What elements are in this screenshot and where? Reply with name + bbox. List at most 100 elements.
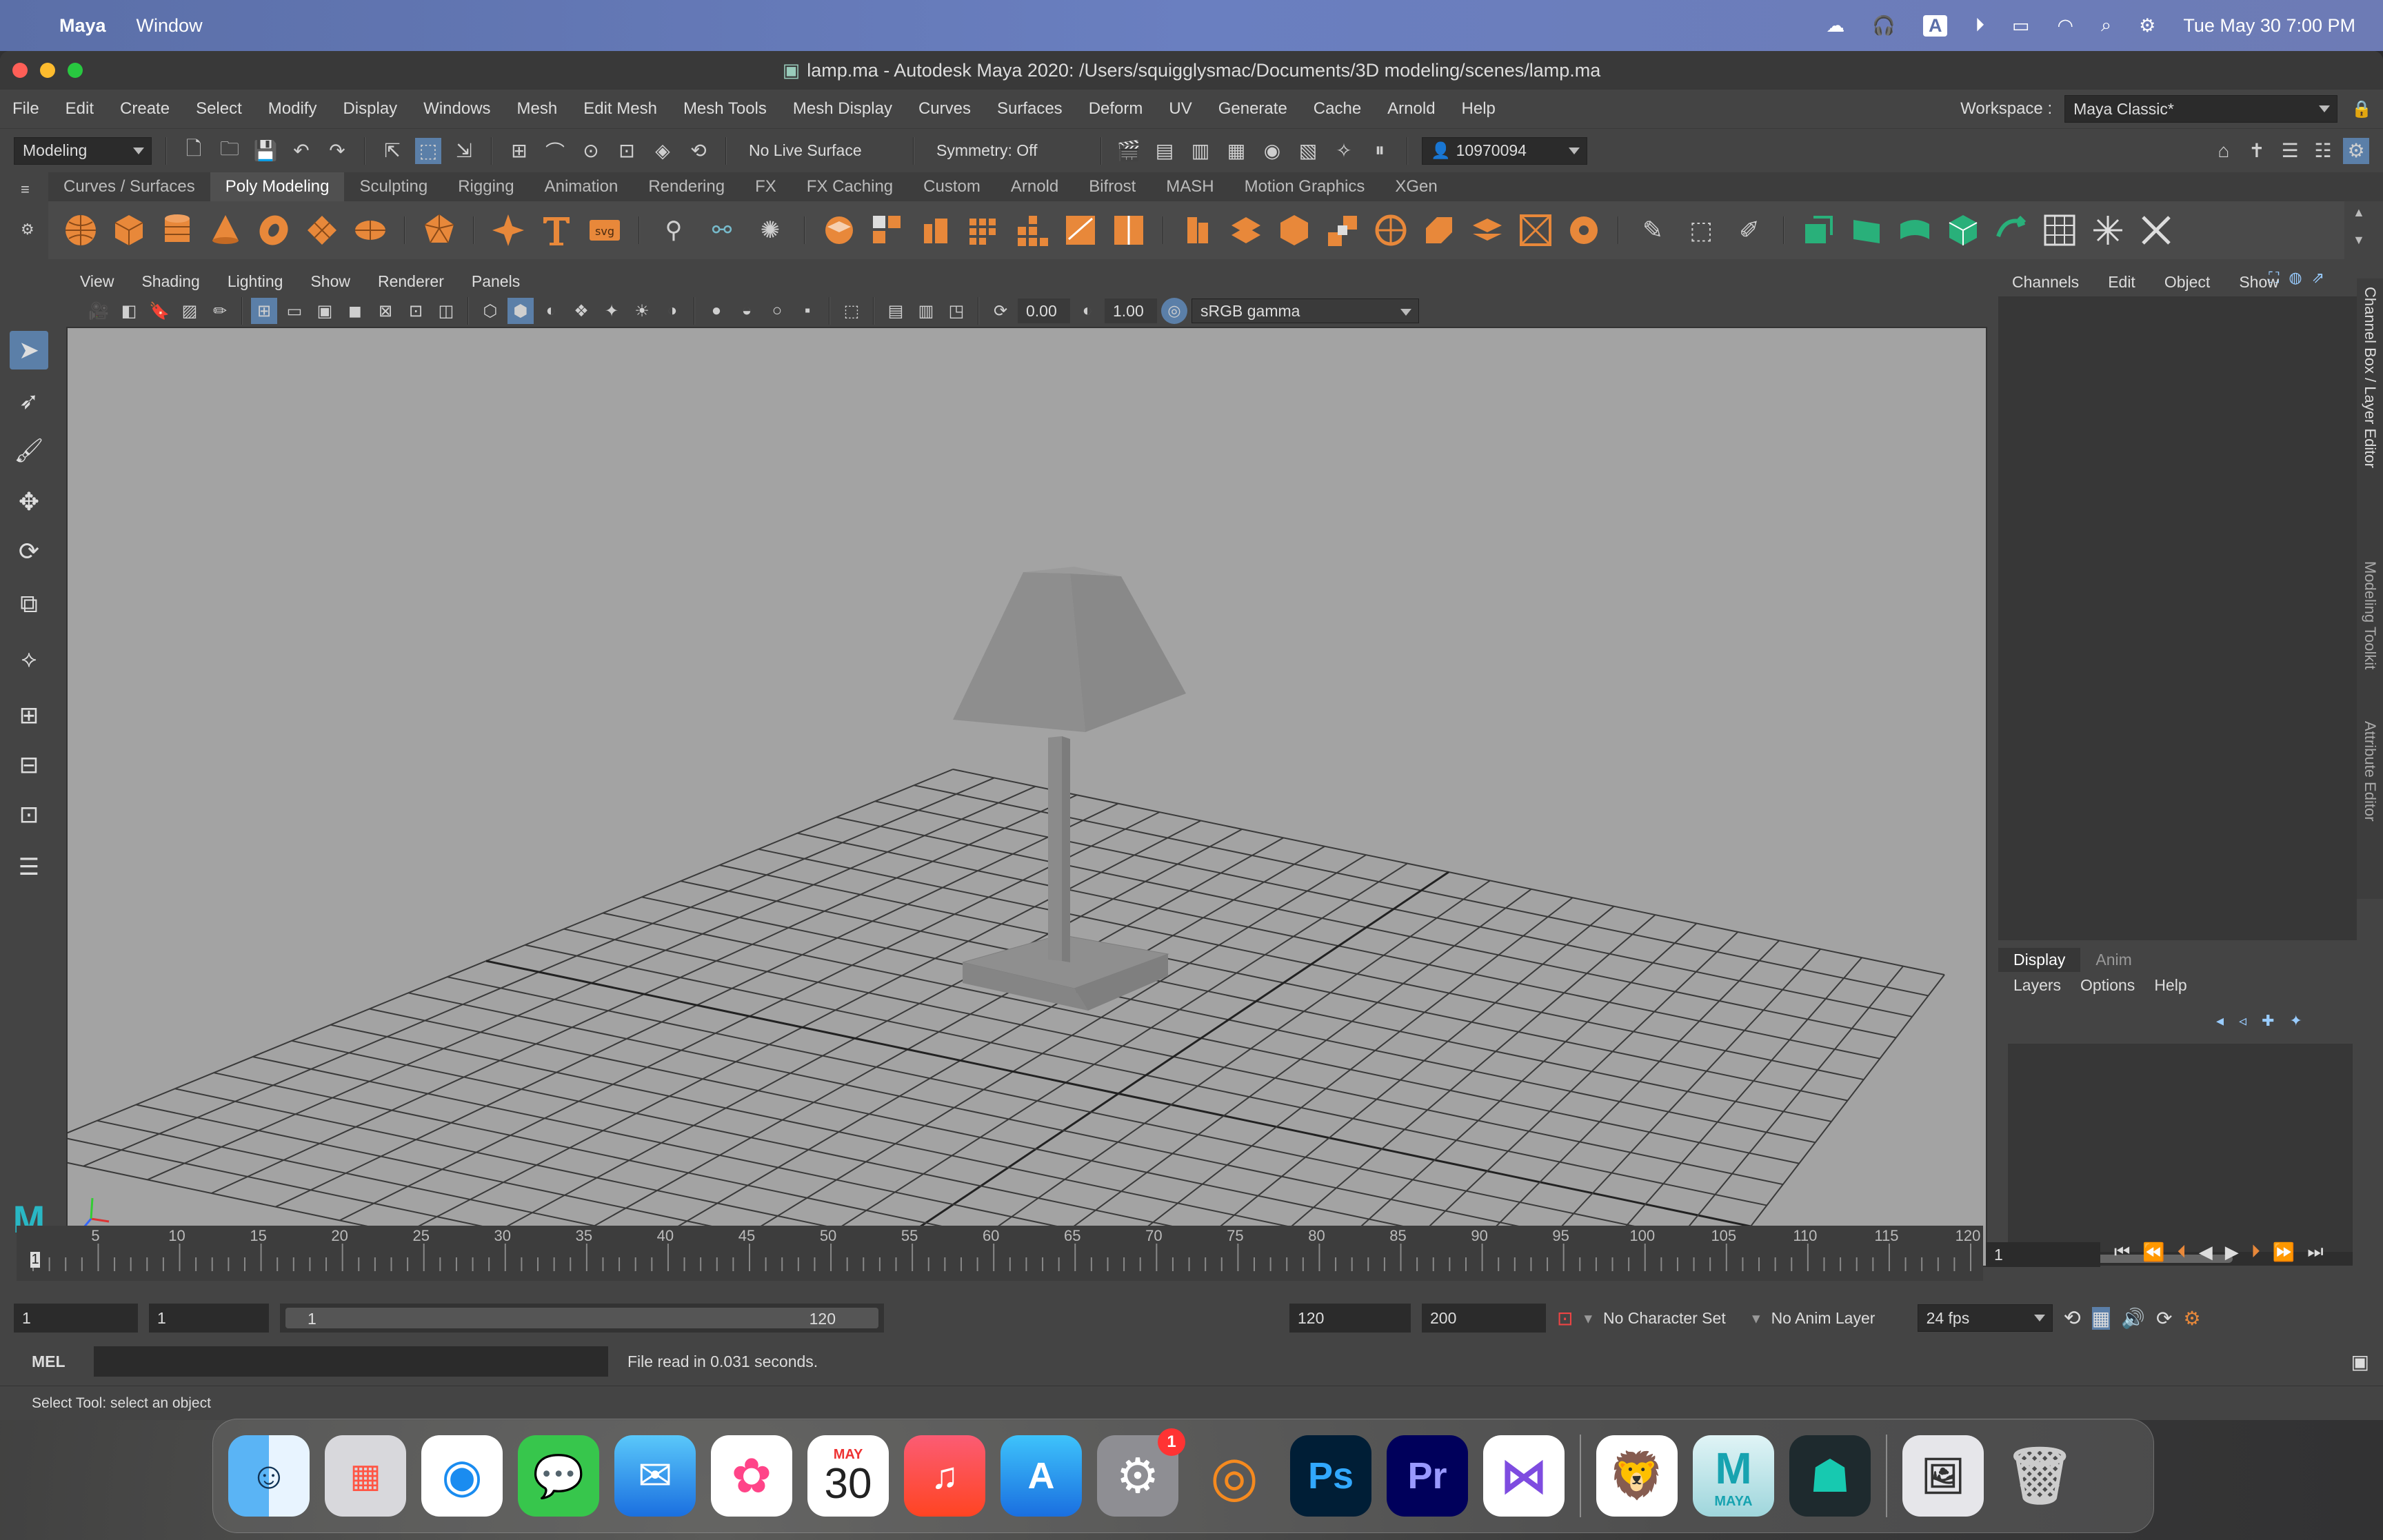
time-slider[interactable]: 5 10 15 20 25 30 35 40 45 50 55 60 65 70 75 80 85 90 95 100…	[17, 1226, 1983, 1281]
shelf-tab-curves-surfaces[interactable]: Curves / Surfaces	[48, 172, 210, 201]
slide-edge-icon[interactable]: ✐	[1731, 212, 1768, 249]
poke-icon[interactable]	[1227, 212, 1265, 249]
image-plane-icon[interactable]: ▨	[177, 298, 203, 324]
resolution-gate-icon[interactable]: ▣	[312, 298, 338, 324]
menu-cache[interactable]: Cache	[1314, 99, 1361, 119]
script-editor-icon[interactable]: ▣	[2351, 1350, 2369, 1373]
safari-icon[interactable]: ◉	[421, 1435, 503, 1517]
menubar-window[interactable]: Window	[137, 15, 203, 37]
menubar-clock[interactable]: Tue May 30 7:00 PM	[2183, 15, 2355, 37]
quad-draw-icon[interactable]: ✎	[1634, 212, 1671, 249]
wireframe-icon[interactable]: ⬡	[477, 298, 503, 324]
four-view-layout-icon[interactable]: ⊟	[10, 746, 48, 784]
select-component-icon[interactable]: ⇲	[451, 138, 477, 164]
render-setup-icon[interactable]: ▧	[1295, 138, 1321, 164]
anti-aliasing-icon[interactable]: ◒	[734, 298, 760, 324]
channel-box[interactable]	[1998, 296, 2357, 940]
exposure-icon[interactable]: ⟳	[987, 298, 1014, 324]
uv-automatic-icon[interactable]	[1944, 212, 1982, 249]
viewport-menu-panels[interactable]: Panels	[472, 272, 520, 291]
rotate-tool-icon[interactable]: ⟳	[10, 532, 48, 571]
zoom-button[interactable]	[68, 63, 83, 78]
paint-select-tool-icon[interactable]: 🖌	[10, 432, 48, 470]
channel-box-icon[interactable]: ⚙	[2343, 137, 2369, 164]
side-tab-attribute-editor[interactable]: Attribute Editor	[2361, 721, 2379, 822]
uv-unfold-icon[interactable]	[1993, 212, 2030, 249]
menu-mesh[interactable]: Mesh	[517, 99, 558, 119]
super-shape-icon[interactable]	[490, 212, 527, 249]
gitkraken-icon[interactable]: ☗	[1789, 1435, 1871, 1517]
target-weld-icon[interactable]	[1517, 212, 1554, 249]
script-language-label[interactable]: MEL	[32, 1352, 80, 1371]
outliner-icon[interactable]: ☰	[10, 848, 48, 886]
snap-surface-icon[interactable]: ◈	[650, 138, 676, 164]
poly-disc-icon[interactable]	[352, 212, 389, 249]
wifi-icon[interactable]: ◠	[2057, 15, 2073, 37]
shelf-tab-fx-caching[interactable]: FX Caching	[792, 172, 908, 201]
command-input[interactable]	[94, 1346, 608, 1377]
bevel-icon[interactable]	[869, 212, 906, 249]
viewport-menu-view[interactable]: View	[80, 272, 114, 291]
layer-menu-layers[interactable]: Layers	[2013, 976, 2061, 995]
camera-attributes-icon[interactable]: ◧	[116, 298, 142, 324]
messages-icon[interactable]: 💬	[518, 1435, 599, 1517]
step-back-frame-icon[interactable]: ⏴	[2178, 1241, 2186, 1263]
uv-spherical-icon[interactable]	[1896, 212, 1933, 249]
shelf-tab-sculpting[interactable]: Sculpting	[344, 172, 443, 201]
blender-icon[interactable]: ◎	[1194, 1435, 1275, 1517]
loop-icon[interactable]: ⟲	[2064, 1306, 2081, 1330]
channel-box-menu-show[interactable]: Show	[2239, 273, 2279, 292]
sound-icon[interactable]: 🔊	[2121, 1307, 2145, 1330]
calendar-icon[interactable]: MAY 30	[807, 1435, 889, 1517]
single-perspective-view-icon[interactable]: ⊞	[10, 696, 48, 735]
motion-blur-icon[interactable]: ●	[703, 298, 730, 324]
svg-tool-icon[interactable]: svg	[586, 212, 623, 249]
playback-start-field[interactable]: 1	[149, 1304, 269, 1333]
minimize-button[interactable]	[40, 63, 55, 78]
step-forward-frame-icon[interactable]: ⏵	[2251, 1241, 2260, 1263]
lasso-tool-icon[interactable]: ➶	[10, 382, 48, 421]
layer-list[interactable]	[2008, 1044, 2353, 1257]
shelf-tab-custom[interactable]: Custom	[908, 172, 996, 201]
menu-windows[interactable]: Windows	[423, 99, 490, 119]
extrude-icon[interactable]	[917, 212, 954, 249]
step-forward-key-icon[interactable]: ⏩	[2273, 1242, 2295, 1263]
grease-pencil-icon[interactable]: ✏	[207, 298, 233, 324]
workspace-dropdown[interactable]: Maya Classic*	[2064, 95, 2338, 123]
shelf-tab-motion-graphics[interactable]: Motion Graphics	[1229, 172, 1380, 201]
menu-select[interactable]: Select	[196, 99, 242, 119]
separate-icon[interactable]: ⚯	[703, 212, 741, 249]
new-layer-icon[interactable]: ✚	[2262, 1012, 2274, 1030]
scene-canvas[interactable]	[68, 328, 1986, 1266]
anim-layer-label[interactable]: No Anim Layer	[1771, 1309, 1907, 1328]
render-current-icon[interactable]: ▤	[1152, 138, 1178, 164]
range-slider[interactable]: 1 120	[280, 1304, 884, 1333]
gamma-field[interactable]: 1.00	[1105, 298, 1157, 323]
menu-surfaces[interactable]: Surfaces	[997, 99, 1063, 119]
shelf-tab-arnold[interactable]: Arnold	[996, 172, 1074, 201]
menu-modify[interactable]: Modify	[268, 99, 317, 119]
shadows-icon[interactable]: ☀	[629, 298, 655, 324]
poly-torus-icon[interactable]	[255, 212, 292, 249]
menu-curves[interactable]: Curves	[918, 99, 971, 119]
finder-icon[interactable]: ☺	[228, 1435, 310, 1517]
spotlight-search-icon[interactable]: ⌕	[2101, 14, 2111, 37]
new-layer-selected-icon[interactable]: ✦	[2290, 1012, 2302, 1030]
user-account-dropdown[interactable]: 👤 10970094	[1422, 136, 1587, 165]
save-scene-icon[interactable]: 💾	[252, 138, 279, 164]
redo-icon[interactable]: ↷	[324, 138, 350, 164]
undo-icon[interactable]: ↶	[288, 138, 314, 164]
shelf-tab-poly-modeling[interactable]: Poly Modeling	[210, 172, 345, 201]
lamp-mesh[interactable]	[953, 567, 1186, 1011]
brave-icon[interactable]: 🦁	[1596, 1435, 1678, 1517]
new-scene-icon[interactable]: 🗋	[181, 138, 207, 164]
channel-box-menu-edit[interactable]: Edit	[2108, 273, 2135, 292]
menu-display[interactable]: Display	[343, 99, 397, 119]
poly-plane-icon[interactable]	[303, 212, 341, 249]
uv-planar-icon[interactable]	[1800, 212, 1837, 249]
lamp-pole-side[interactable]	[1062, 736, 1070, 962]
bookmark-icon[interactable]: 🔖	[146, 298, 172, 324]
current-frame-marker[interactable]: 1	[30, 1252, 40, 1268]
sew-uv-icon[interactable]	[2138, 212, 2175, 249]
backface-culling-icon[interactable]: ◳	[943, 298, 969, 324]
